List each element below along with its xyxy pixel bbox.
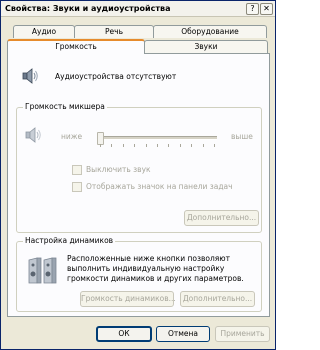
volume-slider-track [97, 136, 217, 140]
speaker-settings-description: Расположенные ниже кнопки позволяют выпо… [67, 254, 244, 283]
speaker-advanced-button[interactable]: Дополнительно... [180, 291, 255, 307]
slider-tick [180, 144, 181, 147]
tab-volume-label: Громкость [55, 42, 97, 51]
close-button[interactable]: ✕ [260, 3, 273, 15]
tab-panel: Аудиоустройства отсутствуют Громкость ми… [7, 53, 270, 317]
tray-icon-label: Отображать значок на панели задач [86, 182, 233, 191]
speaker-advanced-label: Дополнительно... [182, 294, 253, 303]
ok-button[interactable]: ОК [96, 326, 152, 342]
mixer-volume-group: Громкость микшера ниже выше Выключить зв… [16, 102, 262, 233]
apply-button[interactable]: Применить [215, 326, 270, 342]
mute-checkbox[interactable] [72, 165, 82, 175]
mixer-advanced-button[interactable]: Дополнительно... [184, 210, 259, 226]
speaker-volume-button[interactable]: Громкость динамиков... [80, 291, 176, 307]
mixer-volume-legend: Громкость микшера [23, 102, 107, 111]
tray-icon-checkbox[interactable] [72, 182, 82, 192]
slider-tick [111, 144, 112, 147]
title-bar[interactable]: Свойства: Звуки и аудиоустройства ? ✕ [1, 1, 275, 17]
window-title: Свойства: Звуки и аудиоустройства [5, 4, 171, 13]
volume-slider[interactable] [97, 132, 217, 147]
mixer-advanced-label: Дополнительно... [186, 213, 257, 222]
close-icon: ✕ [263, 4, 270, 13]
device-status-text: Аудиоустройства отсутствуют [55, 72, 177, 81]
ok-label: ОК [118, 329, 130, 338]
speaker-icon [22, 68, 38, 84]
slider-tick [203, 144, 204, 147]
tab-speech[interactable]: Речь [74, 25, 154, 38]
speakers-icon [28, 257, 57, 284]
tab-sounds[interactable]: Звуки [144, 40, 268, 53]
slider-tick [191, 144, 192, 147]
tab-hardware-label: Оборудование [181, 27, 239, 36]
tab-volume[interactable]: Громкость [7, 39, 145, 54]
cancel-button[interactable]: Отмена [156, 326, 210, 342]
slider-tick [134, 144, 135, 147]
help-icon: ? [250, 4, 255, 13]
apply-label: Применить [220, 329, 265, 338]
volume-high-label: выше [231, 132, 253, 141]
slider-tick [100, 144, 101, 147]
slider-tick [123, 144, 124, 147]
properties-dialog: Свойства: Звуки и аудиоустройства ? ✕ Ау… [0, 0, 276, 350]
tab-speech-label: Речь [105, 27, 123, 36]
tab-hardware[interactable]: Оборудование [153, 25, 267, 38]
volume-low-label: ниже [61, 132, 83, 141]
tab-sounds-label: Звуки [194, 42, 218, 51]
speaker-settings-group: Настройка динамиков Расположенные ниже к… [16, 236, 262, 312]
speaker-volume-label: Громкость динамиков... [81, 294, 176, 303]
slider-tick [157, 144, 158, 147]
mute-label: Выключить звук [86, 165, 151, 174]
tab-audio-label: Аудио [31, 27, 57, 36]
slider-tick [146, 144, 147, 147]
slider-tick [168, 144, 169, 147]
cancel-label: Отмена [167, 329, 199, 338]
speaker-settings-legend: Настройка динамиков [23, 236, 116, 245]
help-button[interactable]: ? [246, 3, 259, 15]
tab-audio[interactable]: Аудио [13, 25, 75, 38]
slider-tick [214, 144, 215, 147]
mixer-speaker-icon [25, 127, 41, 143]
